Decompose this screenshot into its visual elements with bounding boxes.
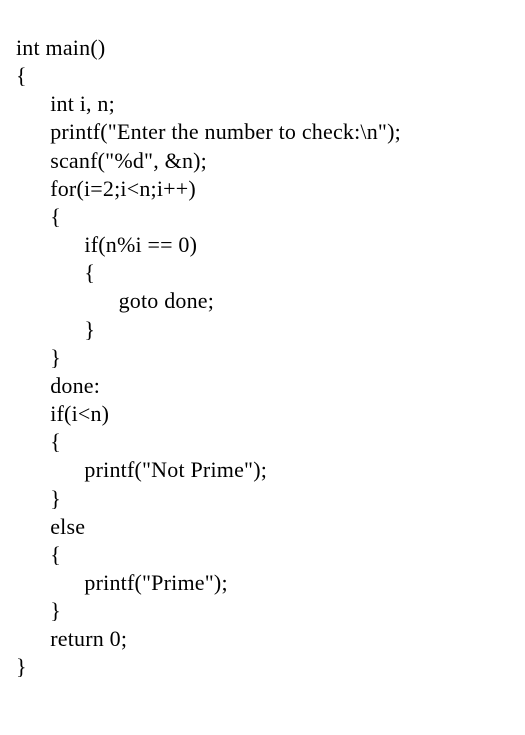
code-text: int main() { int i, n; printf("Enter the… [0,22,525,692]
